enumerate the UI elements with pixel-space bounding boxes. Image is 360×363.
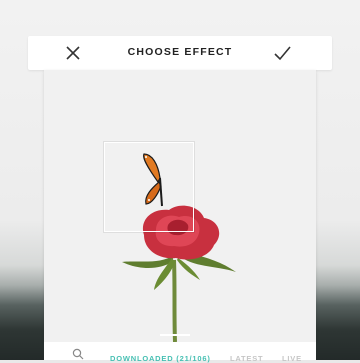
tab-live[interactable]: LIVE bbox=[282, 354, 302, 363]
page-title: CHOOSE EFFECT bbox=[127, 46, 233, 58]
canvas-handle[interactable] bbox=[160, 334, 190, 336]
checkmark-icon[interactable] bbox=[271, 42, 293, 64]
selection-box[interactable] bbox=[104, 142, 194, 232]
tab-latest[interactable]: LATEST bbox=[230, 354, 263, 363]
tab-downloaded[interactable]: DOWNLOADED (21/106) bbox=[110, 354, 211, 363]
search-icon[interactable] bbox=[72, 348, 84, 360]
rose-stem bbox=[172, 259, 177, 342]
